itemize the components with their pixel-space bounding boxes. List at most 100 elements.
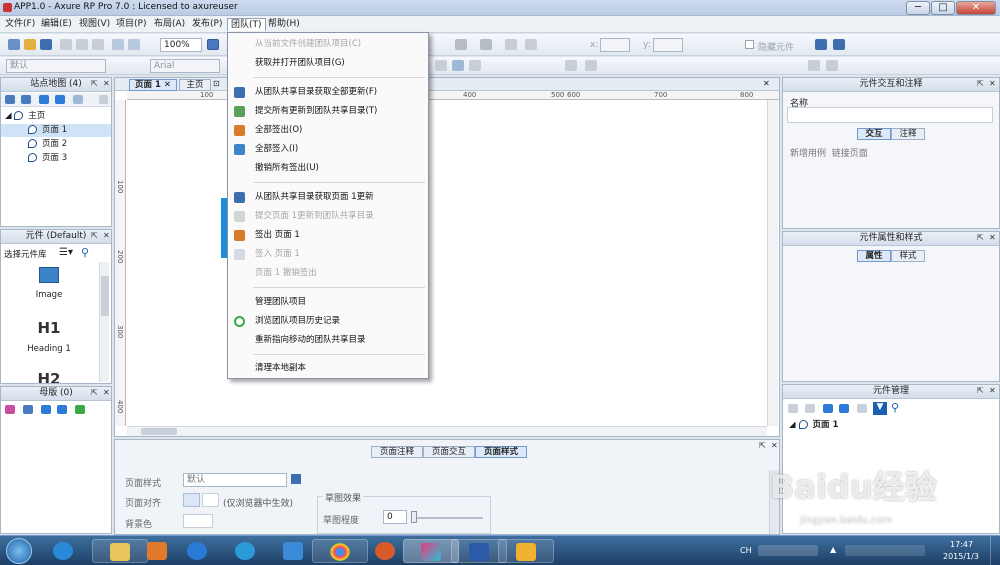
menu-undo-all-checkouts[interactable]: 撤销所有签出(U) [228,159,428,178]
menu-create-team-project[interactable]: 从当前文件创建团队项目(C) [228,35,428,54]
menu-clean-local-copy[interactable]: 清理本地副本 [228,359,428,378]
clock-date[interactable]: 2015/1/3 [943,552,979,561]
menu-commit-page[interactable]: 提交页面 1更新到团队共享目录 [228,207,428,226]
search-icon[interactable]: ⚲ [81,246,89,259]
sketch-level-input[interactable]: 0 [383,510,407,524]
move-down-icon[interactable] [57,405,67,414]
close-icon[interactable]: ✕ [989,386,996,395]
y-input[interactable] [653,38,683,52]
line-width-icon[interactable] [505,39,517,50]
sitemap-page-2[interactable]: 页面 2 [28,138,67,151]
edit-style-icon[interactable] [291,474,301,484]
arrange-icon[interactable] [565,60,577,71]
filter-icon[interactable]: ▼ [873,402,887,415]
hscroll-thumb[interactable] [141,428,177,435]
close-button[interactable]: ✕ [956,1,996,15]
scroll-thumb[interactable] [101,276,109,316]
menu-file[interactable]: 文件(F) [2,18,38,31]
heading2-widget-icon[interactable]: H2 [1,370,97,383]
menu-edit[interactable]: 编辑(E) [38,18,75,31]
menu-get-all-updates[interactable]: 从团队共享目录获取全部更新(F) [228,83,428,102]
select-mode-icon[interactable] [207,39,219,50]
tab-scroll-icon[interactable]: ⊡ [213,79,220,88]
library-select[interactable]: 选择元件库 [4,248,47,260]
menu-check-in-page[interactable]: 签入 页面 1 [228,245,428,264]
sketch-slider-thumb[interactable] [411,511,417,523]
maximize-button[interactable]: □ [931,1,955,15]
language-indicator[interactable]: CH [740,546,752,555]
tab-home[interactable]: 主页 [179,79,211,91]
menu-browse-history[interactable]: 浏览团队项目历史记录 [228,312,428,331]
line-color-icon[interactable] [480,39,492,50]
undo-icon[interactable] [112,39,124,50]
canvas-vscrollbar[interactable] [767,100,778,426]
tab-notes[interactable]: 注释 [891,128,925,140]
tray-icons[interactable] [845,545,925,556]
unlock-icon[interactable] [826,60,838,71]
tab-page-interactions[interactable]: 页面交互 [423,446,475,458]
line-style-icon[interactable] [525,39,537,50]
close-icon[interactable]: ✕ [103,79,110,88]
manager-item-page-1[interactable]: ◢ 页面 1 [789,419,838,432]
menu-get-page-update[interactable]: 从团队共享目录获取页面 1更新 [228,188,428,207]
sitemap-page-1[interactable]: 页面 1 [1,124,111,137]
distribute-icon[interactable] [585,60,597,71]
lock-icon[interactable] [808,60,820,71]
preview-icon[interactable] [815,39,827,50]
pin-icon[interactable]: ⇱ [977,79,984,88]
page-style-select[interactable]: 默认 [183,473,287,487]
paste-icon[interactable] [92,39,104,50]
menu-arrange[interactable]: 布局(A) [151,18,188,31]
add-folder-icon[interactable] [805,404,815,413]
tab-page-style[interactable]: 页面样式 [475,446,527,458]
heading1-widget-icon[interactable]: H1 [1,319,97,337]
copy-icon[interactable] [76,39,88,50]
widgets-scrollbar[interactable] [99,262,109,382]
new-icon[interactable] [8,39,20,50]
menu-publish[interactable]: 发布(P) [189,18,225,31]
collapse-icon[interactable] [99,95,108,104]
add-folder-icon[interactable] [21,95,31,104]
redo-icon[interactable] [128,39,140,50]
menu-project[interactable]: 项目(P) [113,18,149,31]
show-hidden-icons[interactable]: ▲ [830,545,836,554]
move-down-icon[interactable] [55,95,65,104]
bg-color-picker[interactable] [183,514,213,528]
minimize-button[interactable]: ─ [906,1,930,15]
start-button[interactable] [6,538,32,564]
close-icon[interactable]: ✕ [989,233,996,242]
add-icon[interactable] [788,404,798,413]
font-select[interactable]: Arial [150,59,220,73]
align-left-button[interactable] [183,493,200,507]
pin-icon[interactable]: ⇱ [977,233,984,242]
add-folder-icon[interactable] [23,405,33,414]
pin-icon[interactable]: ⇱ [91,79,98,88]
pin-icon[interactable]: ⇱ [91,231,98,240]
pin-icon[interactable]: ⇱ [91,388,98,397]
close-icon[interactable]: ✕ [103,231,110,240]
ime-toolbar[interactable] [758,545,818,556]
name-input[interactable] [787,107,993,123]
tab-properties[interactable]: 属性 [857,250,891,262]
tab-styles[interactable]: 样式 [891,250,925,262]
menu-manage-team-project[interactable]: 管理团队项目 [228,293,428,312]
menu-check-out-all[interactable]: 全部签出(O) [228,121,428,140]
tab-interactions[interactable]: 交互 [857,128,891,140]
menu-get-open-team-project[interactable]: 获取并打开团队项目(G) [228,54,428,73]
sitemap-page-3[interactable]: 页面 3 [28,152,67,165]
align-center-icon[interactable] [452,60,464,71]
menu-check-in-all[interactable]: 全部签入(I) [228,140,428,159]
canvas-hscrollbar[interactable] [127,426,767,436]
sketch-slider[interactable] [411,517,483,519]
show-desktop-button[interactable] [990,536,1000,565]
publish-icon[interactable] [833,39,845,50]
align-left-icon[interactable] [435,60,447,71]
move-up-icon[interactable] [41,405,51,414]
pin-icon[interactable]: ⇱ [759,441,766,450]
menu-undo-page-checkout[interactable]: 页面 1 撤销签出 [228,264,428,283]
align-right-icon[interactable] [469,60,481,71]
menu-help[interactable]: 帮助(H) [265,18,303,31]
tab-close-all-icon[interactable]: ✕ [763,79,770,88]
tab-page-1[interactable]: 页面 1 ✕ [129,79,177,91]
hidden-checkbox[interactable] [745,40,754,49]
